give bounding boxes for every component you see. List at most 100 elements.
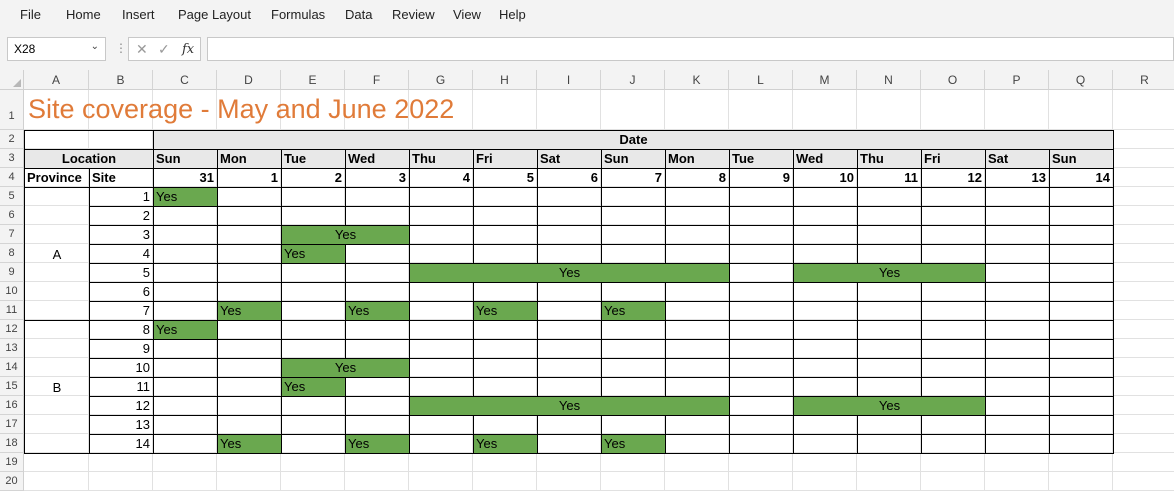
day-cell[interactable] (601, 358, 666, 378)
day-cell[interactable] (153, 339, 218, 359)
row-header-5[interactable]: 5 (0, 187, 24, 206)
day-cell[interactable] (281, 206, 346, 226)
province-header[interactable]: Province (24, 168, 90, 188)
day-name-cell[interactable]: Sun (601, 149, 666, 169)
day-cell[interactable] (473, 377, 538, 397)
day-cell[interactable] (985, 225, 1050, 245)
day-cell[interactable] (729, 320, 794, 340)
day-cell[interactable] (409, 244, 474, 264)
day-cell[interactable] (793, 377, 858, 397)
day-cell[interactable] (345, 339, 410, 359)
day-cell[interactable] (729, 377, 794, 397)
day-cell[interactable] (665, 187, 730, 207)
day-cell[interactable] (153, 377, 218, 397)
day-cell[interactable] (665, 434, 730, 454)
day-cell[interactable] (153, 396, 218, 416)
day-cell[interactable] (281, 339, 346, 359)
column-header-q[interactable]: Q (1049, 70, 1113, 90)
day-cell[interactable] (857, 434, 922, 454)
row-header-4[interactable]: 4 (0, 168, 24, 187)
day-cell[interactable] (473, 320, 538, 340)
day-cell[interactable] (409, 320, 474, 340)
day-cell[interactable] (217, 320, 282, 340)
day-name-cell[interactable]: Sat (985, 149, 1050, 169)
day-cell[interactable] (217, 206, 282, 226)
date-cell[interactable]: 2 (281, 168, 346, 188)
formula-input[interactable] (207, 37, 1174, 61)
day-cell[interactable] (345, 244, 410, 264)
day-cell[interactable] (217, 339, 282, 359)
site-header[interactable]: Site (89, 168, 154, 188)
row-header-13[interactable]: 13 (0, 339, 24, 358)
column-header-n[interactable]: N (857, 70, 921, 90)
day-cell[interactable] (793, 320, 858, 340)
coverage-yes-cell[interactable]: Yes (217, 434, 282, 454)
site-cell[interactable]: 10 (89, 358, 154, 378)
day-cell[interactable] (153, 225, 218, 245)
day-cell[interactable] (921, 225, 986, 245)
day-cell[interactable] (1049, 358, 1114, 378)
site-cell[interactable]: 12 (89, 396, 154, 416)
menu-insert[interactable]: Insert (122, 7, 155, 22)
day-cell[interactable] (409, 358, 474, 378)
day-cell[interactable] (153, 358, 218, 378)
day-cell[interactable] (281, 282, 346, 302)
day-cell[interactable] (601, 282, 666, 302)
day-cell[interactable] (793, 358, 858, 378)
menu-view[interactable]: View (453, 7, 481, 22)
day-cell[interactable] (985, 206, 1050, 226)
row-header-16[interactable]: 16 (0, 396, 24, 415)
coverage-yes-cell[interactable]: Yes (409, 263, 730, 283)
day-cell[interactable] (921, 187, 986, 207)
date-cell[interactable]: 1 (217, 168, 282, 188)
day-cell[interactable] (729, 396, 794, 416)
day-cell[interactable] (921, 244, 986, 264)
row-header-1[interactable]: 1 (0, 90, 24, 130)
day-cell[interactable] (729, 415, 794, 435)
site-cell[interactable]: 2 (89, 206, 154, 226)
date-cell[interactable]: 12 (921, 168, 986, 188)
day-cell[interactable] (345, 396, 410, 416)
day-cell[interactable] (537, 301, 602, 321)
row-header-14[interactable]: 14 (0, 358, 24, 377)
chevron-down-icon[interactable]: ⌄ (91, 41, 99, 52)
day-cell[interactable] (793, 187, 858, 207)
day-cell[interactable] (537, 434, 602, 454)
day-cell[interactable] (793, 434, 858, 454)
coverage-yes-cell[interactable]: Yes (473, 301, 538, 321)
coverage-yes-cell[interactable]: Yes (153, 320, 218, 340)
day-cell[interactable] (473, 225, 538, 245)
day-cell[interactable] (1049, 301, 1114, 321)
day-cell[interactable] (665, 244, 730, 264)
day-cell[interactable] (665, 377, 730, 397)
day-cell[interactable] (601, 206, 666, 226)
day-cell[interactable] (217, 282, 282, 302)
day-cell[interactable] (345, 263, 410, 283)
day-cell[interactable] (729, 244, 794, 264)
day-name-cell[interactable]: Tue (729, 149, 794, 169)
row-header-8[interactable]: 8 (0, 244, 24, 263)
day-cell[interactable] (153, 434, 218, 454)
day-cell[interactable] (537, 377, 602, 397)
day-cell[interactable] (409, 301, 474, 321)
day-cell[interactable] (921, 358, 986, 378)
day-cell[interactable] (217, 358, 282, 378)
day-cell[interactable] (473, 358, 538, 378)
day-cell[interactable] (153, 263, 218, 283)
day-cell[interactable] (281, 415, 346, 435)
blank-header-cell[interactable] (24, 130, 154, 150)
day-cell[interactable] (793, 244, 858, 264)
coverage-yes-cell[interactable]: Yes (345, 301, 410, 321)
day-cell[interactable] (1049, 263, 1114, 283)
column-header-i[interactable]: I (537, 70, 601, 90)
name-box[interactable]: X28 ⌄ (7, 37, 106, 61)
date-cell[interactable]: 9 (729, 168, 794, 188)
menu-home[interactable]: Home (66, 7, 101, 22)
day-cell[interactable] (537, 358, 602, 378)
day-cell[interactable] (345, 320, 410, 340)
day-cell[interactable] (793, 206, 858, 226)
day-cell[interactable] (857, 339, 922, 359)
day-cell[interactable] (857, 244, 922, 264)
menu-help[interactable]: Help (499, 7, 526, 22)
day-name-cell[interactable]: Sun (1049, 149, 1114, 169)
